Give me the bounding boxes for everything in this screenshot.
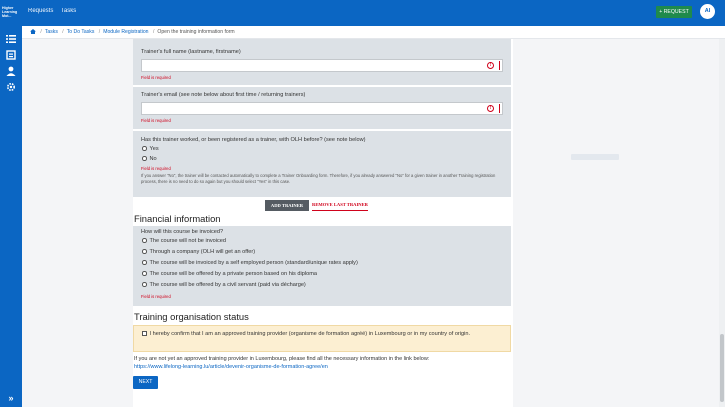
error-indicator: [499, 104, 500, 113]
approval-checkbox[interactable]: [142, 331, 147, 336]
trainer-worked-note: If you answer "No", the trainer will be …: [141, 173, 496, 184]
breadcrumb-module[interactable]: Module Registration: [103, 29, 148, 35]
approval-checkbox-label: I hereby confirm that I am an approved t…: [149, 331, 471, 337]
new-request-button[interactable]: + REQUEST: [656, 6, 692, 18]
approval-checkbox-row[interactable]: I hereby confirm that I am an approved t…: [142, 330, 502, 339]
alert-circle-icon: !: [487, 62, 494, 69]
double-chevron-right-icon[interactable]: »: [0, 389, 22, 407]
invoicing-question: How will this course be invoiced?: [141, 229, 224, 235]
invoicing-option-label: The course will be offered by a civil se…: [149, 282, 306, 288]
background-placeholder: [571, 154, 619, 160]
top-bar: Requests Tasks + REQUEST AI: [22, 0, 725, 26]
add-trainer-button[interactable]: ADD TRAINER: [265, 200, 309, 211]
radio-no[interactable]: No: [142, 156, 157, 162]
radio-no-label: No: [149, 156, 157, 162]
trainer-email-input[interactable]: !: [141, 102, 503, 115]
alert-circle-icon: !: [487, 105, 494, 112]
required-message: Field is required: [141, 75, 171, 80]
left-rail: Higher Learning Mot... »: [0, 0, 22, 407]
required-message: Field is required: [141, 118, 171, 123]
radio-yes[interactable]: Yes: [142, 146, 159, 152]
invoicing-group: How will this course be invoiced? The co…: [133, 226, 511, 306]
trainer-email-label: Trainer's email (see note below about fi…: [141, 92, 306, 98]
nav-requests[interactable]: Requests: [28, 8, 53, 14]
invoicing-option-label: Through a company (OLH will get an offer…: [149, 249, 256, 255]
trainer-fullname-input[interactable]: !: [141, 59, 503, 72]
provider-info-text: If you are not yet an approved training …: [134, 356, 430, 362]
radio-circle[interactable]: [142, 156, 147, 161]
trainer-fullname-label: Trainer's full name (lastname, firstname…: [141, 49, 241, 55]
invoicing-option-label: The course will be invoiced by a self em…: [149, 260, 358, 266]
remove-last-trainer-button[interactable]: REMOVE LAST TRAINER: [312, 200, 368, 211]
breadcrumb-current: Open the training information form: [157, 29, 235, 35]
nav-tasks[interactable]: Tasks: [61, 8, 76, 14]
avatar[interactable]: AI: [700, 4, 715, 19]
trainer-email-group: Trainer's email (see note below about fi…: [133, 87, 511, 129]
radio-yes-label: Yes: [149, 146, 159, 152]
radio-circle[interactable]: [142, 271, 147, 276]
scrollbar-thumb[interactable]: [720, 334, 724, 402]
required-message: Field is required: [141, 294, 171, 299]
organisation-heading: Training organisation status: [134, 311, 249, 322]
trainer-worked-question: Has this trainer worked, or been registe…: [141, 137, 366, 143]
invoicing-option[interactable]: Through a company (OLH will get an offer…: [142, 249, 255, 255]
invoicing-option-label: The course will not be invoiced: [149, 238, 227, 244]
home-icon[interactable]: [30, 29, 36, 35]
sidebar-item-2-icon[interactable]: [6, 50, 16, 60]
invoicing-option-label: The course will be offered by a private …: [149, 271, 318, 277]
provider-info-link[interactable]: https://www.lifelong-learning.lu/article…: [134, 364, 328, 370]
brand-logo[interactable]: Higher Learning Mot...: [2, 6, 21, 19]
form-panel: Trainer's full name (lastname, firstname…: [133, 39, 513, 407]
next-button[interactable]: NEXT: [133, 376, 158, 389]
list-icon[interactable]: [6, 34, 16, 44]
radio-circle[interactable]: [142, 249, 147, 254]
invoicing-option[interactable]: The course will not be invoiced: [142, 238, 226, 244]
radio-circle[interactable]: [142, 146, 147, 151]
trainer-worked-group: Has this trainer worked, or been registe…: [133, 131, 511, 197]
breadcrumb-tasks[interactable]: Tasks: [45, 29, 58, 35]
top-nav: Requests Tasks: [28, 8, 82, 14]
radio-circle[interactable]: [142, 260, 147, 265]
brand-line: Mot...: [2, 14, 12, 19]
required-message: Field is required: [141, 166, 171, 171]
trainer-fullname-group: Trainer's full name (lastname, firstname…: [133, 39, 511, 85]
invoicing-option[interactable]: The course will be offered by a private …: [142, 271, 317, 277]
error-indicator: [499, 61, 500, 70]
radio-circle[interactable]: [142, 238, 147, 243]
invoicing-option[interactable]: The course will be offered by a civil se…: [142, 282, 306, 288]
radio-circle[interactable]: [142, 282, 147, 287]
financial-heading: Financial information: [134, 213, 221, 224]
breadcrumb: / Tasks / To Do Tasks / Module Registration…: [22, 26, 725, 39]
user-icon[interactable]: [6, 66, 16, 76]
invoicing-option[interactable]: The course will be invoiced by a self em…: [142, 260, 358, 266]
gear-icon[interactable]: [6, 82, 16, 92]
breadcrumb-todo[interactable]: To Do Tasks: [67, 29, 95, 35]
approval-confirmation-box: I hereby confirm that I am an approved t…: [133, 325, 511, 352]
